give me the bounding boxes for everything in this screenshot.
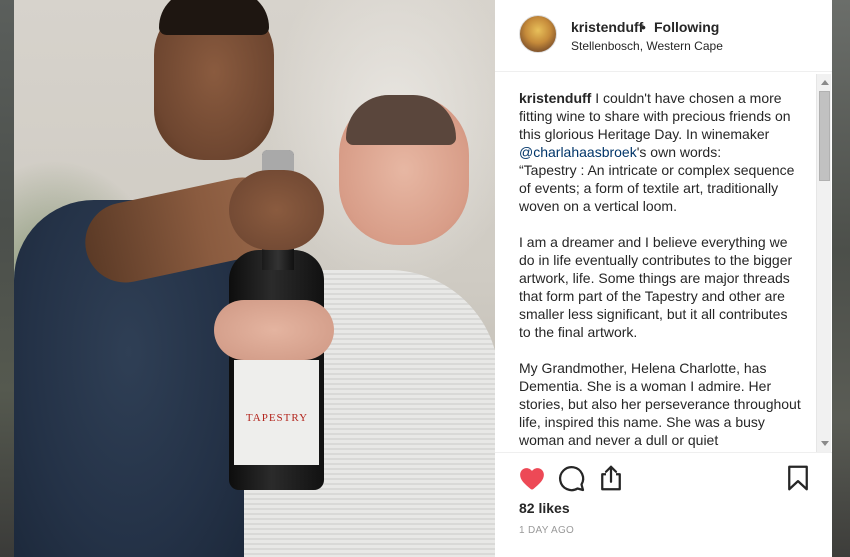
avatar[interactable]	[519, 15, 557, 53]
caption-username-link[interactable]: kristenduff	[519, 90, 591, 106]
photo-man-hand	[229, 170, 324, 250]
post-timestamp[interactable]: 1 DAY AGO	[519, 525, 574, 536]
post-actions: 82 likes 1 DAY AGO	[495, 452, 832, 557]
photo-man-hair	[159, 0, 269, 35]
modal-backdrop-right[interactable]	[832, 0, 850, 557]
following-button[interactable]: Following	[654, 19, 719, 35]
likes-count[interactable]: 82 likes	[519, 500, 570, 516]
post-photo[interactable]: TAPESTRY	[14, 0, 495, 557]
post-side-panel: kristenduff • Following Stellenbosch, We…	[495, 0, 832, 557]
location-link[interactable]: Stellenbosch, Western Cape	[571, 39, 723, 53]
mention-link[interactable]: @charlahaasbroek	[519, 144, 637, 160]
share-icon[interactable]	[596, 463, 626, 493]
bottle-cap	[262, 150, 294, 172]
post-username-link[interactable]: kristenduff	[571, 19, 643, 35]
heart-icon[interactable]	[517, 463, 547, 493]
scrollbar-thumb[interactable]	[819, 91, 830, 181]
bookmark-icon[interactable]	[783, 463, 813, 493]
scroll-up-arrow-icon[interactable]	[821, 80, 829, 85]
caption-text-part2: 's own words: “Tapestry : An intricate o…	[519, 144, 801, 448]
photo-woman-hand	[214, 300, 334, 360]
caption-scrollbar[interactable]	[816, 74, 831, 452]
separator-dot: •	[641, 19, 646, 35]
caption-scroll-area[interactable]: kristenduff I couldn't have chosen a mor…	[495, 74, 832, 452]
post-header: kristenduff • Following Stellenbosch, We…	[495, 0, 832, 72]
bottle-label-text: TAPESTRY	[245, 412, 309, 424]
comment-icon[interactable]	[556, 463, 586, 493]
scroll-down-arrow-icon[interactable]	[821, 441, 829, 446]
modal-backdrop-left[interactable]	[0, 0, 14, 557]
post-caption: kristenduff I couldn't have chosen a mor…	[519, 89, 801, 449]
